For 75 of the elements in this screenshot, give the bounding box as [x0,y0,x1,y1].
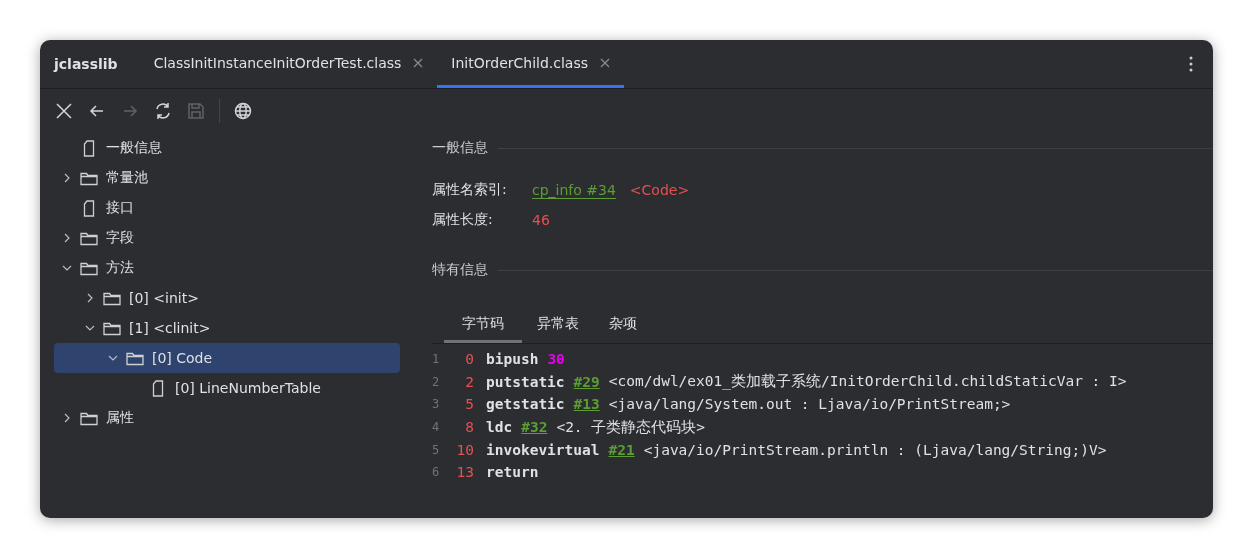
code-comment: <com/dwl/ex01_类加载子系统/InitOrderChild.childStaticVar : I> [608,372,1127,392]
tab-label: ClassInitInstanceInitOrderTest.class [153,54,402,71]
code-comment: <java/io/PrintStream.println : (Ljava/lang/String;)V> [643,441,1107,458]
line-number: 3 [432,397,441,412]
tree-item[interactable]: 方法 [54,253,400,283]
opcode: return [486,464,539,481]
tree-item[interactable]: 属性 [54,403,400,433]
globe-icon[interactable] [233,101,253,121]
folder-icon [126,350,144,366]
file-tab[interactable]: ClassInitInstanceInitOrderTest.class [139,40,438,88]
sub-tab[interactable]: 杂项 [594,309,652,343]
offset: 8 [464,419,474,436]
opcode: bipush [486,351,539,368]
field-label: 属性名索引: [432,181,508,199]
chevron-right-icon[interactable] [62,413,72,423]
chevron-right-icon[interactable] [85,293,95,303]
section-title: 特有信息 [432,261,488,279]
sub-tab[interactable]: 异常表 [522,309,594,343]
tree-item[interactable]: 接口 [54,193,400,223]
file-icon [152,379,164,397]
chevron-right-icon[interactable] [62,173,72,183]
more-icon[interactable] [1189,56,1193,72]
code-comment: <java/lang/System.out : Ljava/io/PrintStream;> [608,396,1011,413]
code-comment: <2. 子类静态代码块> [556,417,706,437]
folder-icon [80,230,98,246]
offset: 0 [464,351,474,368]
section-title: 一般信息 [432,139,488,157]
folder-icon [103,320,121,336]
field-value: 46 [532,212,550,228]
tree-item[interactable]: [1] <clinit> [54,313,400,343]
offset: 2 [464,373,474,390]
chevron-down-icon[interactable] [62,263,72,273]
tree-item[interactable]: [0] Code [54,343,400,373]
opcode: ldc [486,419,513,436]
offset: 10 [455,441,474,458]
folder-icon [80,170,98,186]
chevron-right-icon[interactable] [62,233,72,243]
constant-link[interactable]: #32 [521,419,548,436]
opcode: getstatic [486,396,565,413]
tree-item[interactable]: [0] <init> [54,283,400,313]
tree-item[interactable]: [0] LineNumberTable [54,373,400,403]
tab-label: InitOrderChild.class [451,54,589,71]
constant-link[interactable]: #13 [573,396,600,413]
tree-item[interactable]: 常量池 [54,163,400,193]
tree-item[interactable]: 一般信息 [54,133,400,163]
constant-link[interactable]: #29 [573,373,600,390]
line-number: 1 [432,352,441,367]
operand: 30 [547,351,565,368]
field-label: 属性长度: [432,211,494,229]
constant-link[interactable]: #21 [608,441,635,458]
line-number: 6 [432,465,441,480]
chevron-down-icon[interactable] [85,323,95,333]
field-value: <Code> [629,182,690,198]
app-name: jclasslib [54,56,118,72]
close-icon[interactable] [600,57,611,68]
refresh-icon[interactable] [153,101,173,121]
file-icon [83,199,95,217]
opcode: putstatic [486,373,565,390]
constant-link[interactable]: cp_info #34 [532,181,616,199]
folder-icon [80,410,98,426]
line-number: 5 [432,442,441,457]
line-number: 2 [432,374,441,389]
file-tab[interactable]: InitOrderChild.class [437,40,625,88]
offset: 5 [464,396,474,413]
folder-icon [103,290,121,306]
close-icon[interactable] [413,57,424,68]
folder-icon [80,260,98,276]
tree-item[interactable]: 字段 [54,223,400,253]
file-icon [83,139,95,157]
chevron-down-icon[interactable] [108,353,118,363]
line-number: 4 [432,420,441,435]
close-icon[interactable] [54,101,74,121]
opcode: invokevirtual [486,441,600,458]
offset: 13 [455,464,474,481]
sub-tab[interactable]: 字节码 [444,309,522,343]
